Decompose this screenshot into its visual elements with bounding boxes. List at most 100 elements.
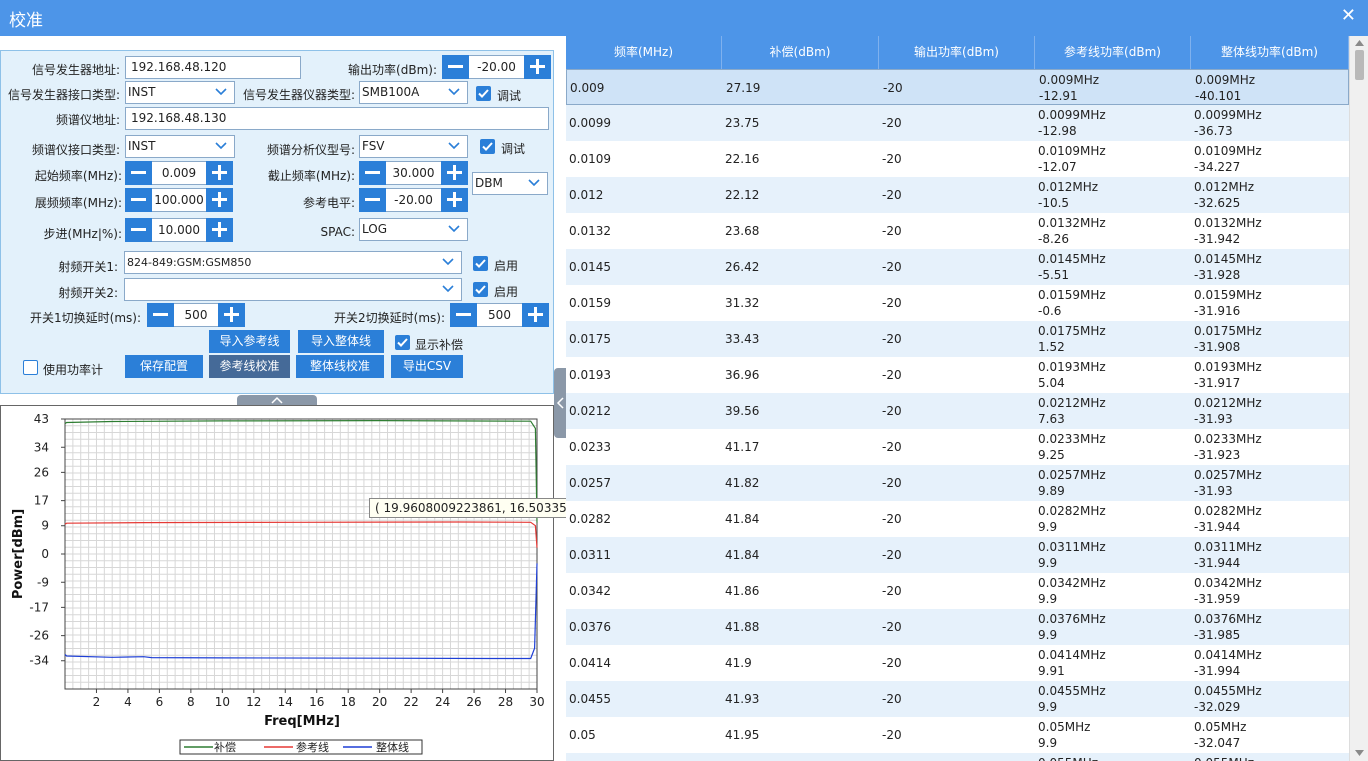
switch1-delay-value[interactable]: 500 xyxy=(174,303,218,327)
cell-frequency: 0.0109MHz xyxy=(1194,144,1262,158)
stop-freq-minus-button[interactable] xyxy=(359,161,386,185)
table-row[interactable]: 0.0159 31.32 -20 0.0159MHz -0.6 0.0159MHz -31.… xyxy=(566,285,1349,321)
table-row[interactable]: 0.0175 33.43 -20 0.0175MHz 1.52 0.0175MHz -31.… xyxy=(566,321,1349,357)
sig-gen-address-input[interactable]: 192.168.48.120 xyxy=(125,56,301,79)
ref-level-value[interactable]: -20.00 xyxy=(386,188,441,212)
import-reference-button[interactable]: 导入参考线 xyxy=(209,330,290,353)
step-minus-button[interactable] xyxy=(125,218,152,242)
debug1-checkbox[interactable] xyxy=(476,86,491,101)
table-cell: -20 xyxy=(882,440,902,454)
table-row[interactable]: 0.0099 23.75 -20 0.0099MHz -12.98 0.0099MHz -3… xyxy=(566,105,1349,141)
table-cell: 0.0145MHz -31.928 xyxy=(1194,249,1262,285)
import-overall-button[interactable]: 导入整体线 xyxy=(298,330,384,353)
switch2-delay-minus-button[interactable] xyxy=(450,303,477,327)
column-header[interactable]: 参考线功率(dBm) xyxy=(1035,36,1191,69)
stop-freq-value[interactable]: 30.000 xyxy=(386,161,441,185)
table-row[interactable]: 0.05 41.95 -20 0.05MHz 9.9 0.05MHz -32.047 xyxy=(566,717,1349,753)
switch1-delay-plus-button[interactable] xyxy=(218,303,245,327)
rf-switch2-select[interactable] xyxy=(124,278,462,301)
spectrum-model-select[interactable]: FSV xyxy=(359,135,468,158)
table-row[interactable]: 0.0376 41.88 -20 0.0376MHz 9.9 0.0376MHz -31.9… xyxy=(566,609,1349,645)
collapse-side-handle[interactable] xyxy=(554,368,566,438)
use-power-meter-checkbox[interactable] xyxy=(23,360,38,375)
rf-switch1-select[interactable]: 824-849:GSM:GSM850 xyxy=(124,251,462,274)
close-icon[interactable]: ✕ xyxy=(1341,6,1356,26)
table-scrollbar[interactable] xyxy=(1349,36,1368,761)
table-row[interactable]: 0.012 22.12 -20 0.012MHz -10.5 0.012MHz -32.62… xyxy=(566,177,1349,213)
y-axis-label: Power[dBm] xyxy=(11,509,26,599)
reference-calibration-button[interactable]: 参考线校准 xyxy=(209,355,290,378)
table-row[interactable]: 0.0257 41.82 -20 0.0257MHz 9.89 0.0257MHz -31.… xyxy=(566,465,1349,501)
collapse-panel-handle[interactable] xyxy=(237,395,317,405)
ref-level-minus-button[interactable] xyxy=(359,188,386,212)
spectrum-address-input[interactable]: 192.168.48.130 xyxy=(125,107,549,130)
x-tick-label: 26 xyxy=(466,695,481,709)
scroll-thumb[interactable] xyxy=(1355,50,1364,80)
spectrum-interface-select[interactable]: INST xyxy=(125,135,235,158)
stop-freq-plus-button[interactable] xyxy=(441,161,468,185)
ref-level-plus-button[interactable] xyxy=(441,188,468,212)
output-power-minus-button[interactable] xyxy=(442,55,469,79)
table-row[interactable]: 0.0132 23.68 -20 0.0132MHz -8.26 0.0132MHz -31… xyxy=(566,213,1349,249)
legend-label: 补偿 xyxy=(214,740,236,754)
table-row[interactable]: 0.0455 41.93 -20 0.0455MHz 9.9 0.0455MHz -32.0… xyxy=(566,681,1349,717)
start-freq-minus-button[interactable] xyxy=(125,161,152,185)
column-header[interactable]: 输出功率(dBm) xyxy=(879,36,1035,69)
table-row[interactable]: 0.0282 41.84 -20 0.0282MHz 9.9 0.0282MHz -31.9… xyxy=(566,501,1349,537)
table-row[interactable]: 0.0193 36.96 -20 0.0193MHz 5.04 0.0193MHz -31.… xyxy=(566,357,1349,393)
enable2-label: 启用 xyxy=(494,285,519,299)
switch2-delay-plus-button[interactable] xyxy=(522,303,549,327)
column-header[interactable]: 补偿(dBm) xyxy=(722,36,879,69)
export-csv-button[interactable]: 导出CSV xyxy=(391,355,463,378)
table-cell: -20 xyxy=(882,404,902,418)
x-tick-label: 4 xyxy=(124,695,132,709)
table-cell: 0.0212MHz 7.63 xyxy=(1038,393,1106,429)
table-cell: -20 xyxy=(882,368,902,382)
table-cell: 0.0414MHz -31.994 xyxy=(1194,645,1262,681)
step-value[interactable]: 10.000 xyxy=(152,218,206,242)
span-freq-minus-button[interactable] xyxy=(125,188,152,212)
table-row[interactable]: 0.0342 41.86 -20 0.0342MHz 9.9 0.0342MHz -31.9… xyxy=(566,573,1349,609)
output-power-value[interactable]: -20.00 xyxy=(469,55,524,79)
span-freq-plus-button[interactable] xyxy=(206,188,233,212)
scroll-up-icon[interactable] xyxy=(1355,39,1364,46)
switch1-delay-minus-button[interactable] xyxy=(147,303,174,327)
calibration-window: 校准 ✕ 信号发生器地址: 192.168.48.120 输出功率(dBm): … xyxy=(0,0,1368,761)
enable1-checkbox[interactable] xyxy=(473,256,488,271)
switch2-delay-value[interactable]: 500 xyxy=(477,303,522,327)
column-header[interactable]: 频率(MHz) xyxy=(566,36,722,69)
sig-gen-model-select[interactable]: SMB100A xyxy=(359,81,468,104)
overall-calibration-button[interactable]: 整体线校准 xyxy=(296,355,384,378)
sig-gen-interface-select[interactable]: INST xyxy=(125,81,235,104)
spac-select[interactable]: LOG xyxy=(359,218,468,241)
table-row[interactable]: 0.0109 22.16 -20 0.0109MHz -12.07 0.0109MHz -3… xyxy=(566,141,1349,177)
table-row[interactable]: 0.0414 41.9 -20 0.0414MHz 9.91 0.0414MHz -31.9… xyxy=(566,645,1349,681)
table-cell: 0.009MHz -40.101 xyxy=(1195,70,1255,104)
cell-power: 9.9 xyxy=(1038,628,1058,642)
show-compensation-checkbox[interactable] xyxy=(395,335,410,350)
cell-power: -31.944 xyxy=(1194,556,1241,570)
span-freq-value[interactable]: 100.000 xyxy=(152,188,206,212)
table-row[interactable]: 0.055MHz 0.055MHz xyxy=(566,753,1349,761)
cell-frequency: 0.05MHz xyxy=(1038,720,1091,734)
save-config-button[interactable]: 保存配置 xyxy=(125,355,203,378)
table-row[interactable]: 0.009 27.19 -20 0.009MHz -12.91 0.009MHz -40.1… xyxy=(566,69,1349,105)
scroll-down-icon[interactable] xyxy=(1355,750,1364,757)
unit-select[interactable]: DBM xyxy=(472,172,548,195)
step-plus-button[interactable] xyxy=(206,218,233,242)
table-row[interactable]: 0.0145 26.42 -20 0.0145MHz -5.51 0.0145MHz -31… xyxy=(566,249,1349,285)
table-row[interactable]: 0.0233 41.17 -20 0.0233MHz 9.25 0.0233MHz -31.… xyxy=(566,429,1349,465)
output-power-plus-button[interactable] xyxy=(524,55,551,79)
start-freq-plus-button[interactable] xyxy=(206,161,233,185)
table-row[interactable]: 0.0212 39.56 -20 0.0212MHz 7.63 0.0212MHz -31.… xyxy=(566,393,1349,429)
table-cell: 0.0233 xyxy=(569,440,611,454)
table-row[interactable]: 0.0311 41.84 -20 0.0311MHz 9.9 0.0311MHz -31.9… xyxy=(566,537,1349,573)
debug2-checkbox[interactable] xyxy=(480,139,495,154)
table-cell: 0.0376MHz 9.9 xyxy=(1038,609,1106,645)
switch2-delay-label: 开关2切换延时(ms): xyxy=(334,311,445,325)
table-cell: 23.75 xyxy=(725,116,760,130)
power-chart[interactable]: 2 4 6 8 10 12 14 16 18 20 22 24 26 28 304334261790-9-1… xyxy=(1,406,553,760)
start-freq-value[interactable]: 0.009 xyxy=(152,161,206,185)
column-header[interactable]: 整体线功率(dBm) xyxy=(1191,36,1349,69)
enable2-checkbox[interactable] xyxy=(473,282,488,297)
